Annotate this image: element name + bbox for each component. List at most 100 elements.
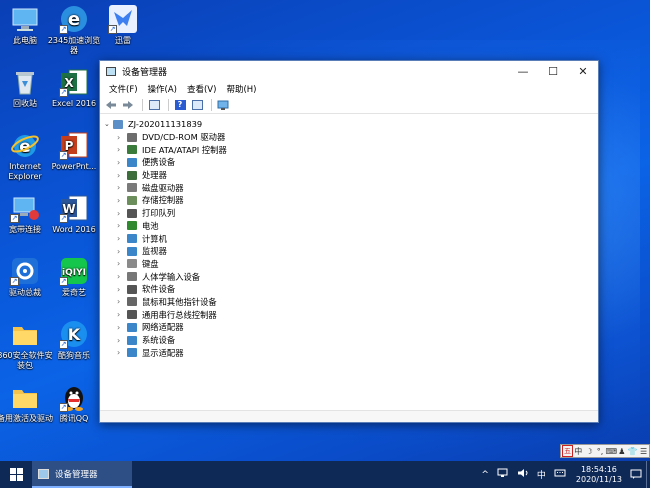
- tree-node-label: 人体学输入设备: [142, 271, 201, 282]
- expand-chevron-icon[interactable]: ›: [117, 158, 127, 167]
- collapse-chevron-icon[interactable]: ⌄: [104, 120, 113, 128]
- menu-file[interactable]: 文件(F): [104, 83, 143, 95]
- expand-chevron-icon[interactable]: ›: [117, 171, 127, 180]
- toolbar-separator: [211, 99, 212, 111]
- taskbar-item-device-manager[interactable]: 设备管理器: [32, 461, 132, 488]
- ime-skin-icon[interactable]: 👕: [627, 447, 638, 456]
- tree-node[interactable]: › DVD/CD-ROM 驱动器: [104, 131, 598, 144]
- maximize-button[interactable]: ☐: [538, 61, 568, 81]
- ime-user-icon[interactable]: ♟: [616, 447, 627, 456]
- title-bar[interactable]: 设备管理器 — ☐ ✕: [100, 61, 598, 81]
- expand-chevron-icon[interactable]: ›: [117, 310, 127, 319]
- expand-chevron-icon[interactable]: ›: [117, 145, 127, 154]
- tree-node-label: 磁盘驱动器: [142, 182, 184, 193]
- desktop-icon-kugou[interactable]: K ↗ 酷狗音乐: [45, 319, 103, 361]
- tray-overflow-chevron-icon[interactable]: ^: [481, 470, 489, 480]
- scan-hardware-monitor-icon[interactable]: [216, 99, 230, 111]
- tree-node[interactable]: › 存储控制器: [104, 194, 598, 207]
- ime-menu-icon[interactable]: ☰: [638, 447, 649, 456]
- ime-keyboard-icon[interactable]: ⌨: [605, 447, 617, 456]
- expand-chevron-icon[interactable]: ›: [117, 133, 127, 142]
- tree-node[interactable]: › 鼠标和其他指针设备: [104, 296, 598, 309]
- expand-chevron-icon[interactable]: ›: [117, 297, 127, 306]
- menu-view[interactable]: 查看(V): [182, 83, 221, 95]
- tree-node[interactable]: › 计算机: [104, 232, 598, 245]
- forward-arrow-icon[interactable]: [121, 99, 135, 111]
- device-category-icon: [127, 310, 137, 320]
- tree-node[interactable]: › 人体学输入设备: [104, 270, 598, 283]
- toolbar-separator: [142, 99, 143, 111]
- tree-root[interactable]: ⌄ ZJ-202011131839: [104, 118, 598, 131]
- tree-node-label: 系统设备: [142, 335, 176, 346]
- desktop-icon-powerpoint[interactable]: P ↗ PowerPnt...: [45, 130, 103, 172]
- system-tray: ^ 中 18:54:16 2020/11/13: [477, 461, 650, 488]
- tree-node[interactable]: › 便携设备: [104, 156, 598, 169]
- desktop-icon-excel[interactable]: X ↗ Excel 2016: [45, 67, 103, 109]
- start-button[interactable]: [0, 461, 32, 488]
- desktop-icon-xunlei[interactable]: ↗ 迅雷: [94, 4, 152, 46]
- keyboard-layout-icon[interactable]: [554, 468, 566, 481]
- show-desktop-button[interactable]: [646, 461, 650, 488]
- properties-grid-icon[interactable]: [147, 99, 161, 111]
- ime-chinese-mode-icon[interactable]: 中: [573, 446, 584, 457]
- expand-chevron-icon[interactable]: ›: [117, 183, 127, 192]
- tree-node-label: 通用串行总线控制器: [142, 309, 217, 320]
- clock[interactable]: 18:54:16 2020/11/13: [576, 465, 622, 485]
- expand-chevron-icon[interactable]: ›: [117, 336, 127, 345]
- tree-node[interactable]: › 磁盘驱动器: [104, 181, 598, 194]
- expand-chevron-icon[interactable]: ›: [117, 196, 127, 205]
- expand-chevron-icon[interactable]: ›: [117, 348, 127, 357]
- device-manager-icon: [106, 66, 116, 76]
- expand-chevron-icon[interactable]: ›: [117, 234, 127, 243]
- ime-language-bar[interactable]: 五 中 ☽ °, ⌨ ♟ 👕 ☰: [560, 444, 650, 458]
- device-category-icon: [127, 183, 137, 193]
- ime-punctuation-icon[interactable]: °,: [595, 447, 606, 456]
- desktop-icon-label: PowerPnt...: [51, 162, 97, 171]
- back-arrow-icon[interactable]: [104, 99, 118, 111]
- ime-wubi-icon[interactable]: 五: [562, 445, 573, 457]
- tree-node[interactable]: › 显示适配器: [104, 346, 598, 359]
- expand-chevron-icon[interactable]: ›: [117, 285, 127, 294]
- expand-chevron-icon[interactable]: ›: [117, 259, 127, 268]
- expand-chevron-icon[interactable]: ›: [117, 221, 127, 230]
- menu-action[interactable]: 操作(A): [143, 83, 182, 95]
- tree-node[interactable]: › 系统设备: [104, 334, 598, 347]
- desktop-icon-word[interactable]: W ↗ Word 2016: [45, 193, 103, 235]
- ime-indicator[interactable]: 中: [537, 468, 546, 481]
- device-manager-icon: [38, 468, 49, 479]
- notification-center-icon[interactable]: [626, 461, 646, 488]
- tree-node[interactable]: › IDE ATA/ATAPI 控制器: [104, 143, 598, 156]
- ime-halfwidth-icon[interactable]: ☽: [584, 447, 595, 456]
- tree-node[interactable]: › 打印队列: [104, 207, 598, 220]
- tree-root-label: ZJ-202011131839: [128, 119, 203, 130]
- desktop-icon-iqiyi[interactable]: iQIYI ↗ 爱奇艺: [45, 256, 103, 298]
- tree-node[interactable]: › 处理器: [104, 169, 598, 182]
- minimize-button[interactable]: —: [508, 61, 538, 81]
- help-icon[interactable]: ?: [173, 99, 187, 111]
- expand-chevron-icon[interactable]: ›: [117, 323, 127, 332]
- computer-icon: [113, 119, 123, 129]
- shortcut-arrow-icon: ↗: [59, 88, 68, 97]
- tree-node[interactable]: › 软件设备: [104, 283, 598, 296]
- view-details-icon[interactable]: [190, 99, 204, 111]
- expand-chevron-icon[interactable]: ›: [117, 209, 127, 218]
- device-manager-window[interactable]: 设备管理器 — ☐ ✕ 文件(F) 操作(A) 查看(V) 帮助(H) ? ⌄ …: [99, 60, 599, 423]
- desktop-icon-qq[interactable]: ↗ 腾讯QQ: [45, 382, 103, 424]
- menu-help[interactable]: 帮助(H): [221, 83, 261, 95]
- network-icon[interactable]: [497, 468, 509, 481]
- tree-node[interactable]: › 网络适配器: [104, 321, 598, 334]
- close-button[interactable]: ✕: [568, 61, 598, 81]
- expand-chevron-icon[interactable]: ›: [117, 272, 127, 281]
- tree-node[interactable]: › 监视器: [104, 245, 598, 258]
- tree-node[interactable]: › 通用串行总线控制器: [104, 308, 598, 321]
- desktop-icon-label: 迅雷: [115, 36, 131, 45]
- device-tree: ⌄ ZJ-202011131839 › DVD/CD-ROM 驱动器 › IDE AT…: [100, 114, 598, 359]
- expand-chevron-icon[interactable]: ›: [117, 247, 127, 256]
- device-category-icon: [127, 348, 137, 358]
- volume-icon[interactable]: [517, 468, 529, 481]
- tree-node-label: 网络适配器: [142, 322, 184, 333]
- shortcut-arrow-icon: ↗: [59, 151, 68, 160]
- status-bar: [100, 410, 598, 422]
- tree-node[interactable]: › 电池: [104, 220, 598, 233]
- tree-node[interactable]: › 键盘: [104, 258, 598, 271]
